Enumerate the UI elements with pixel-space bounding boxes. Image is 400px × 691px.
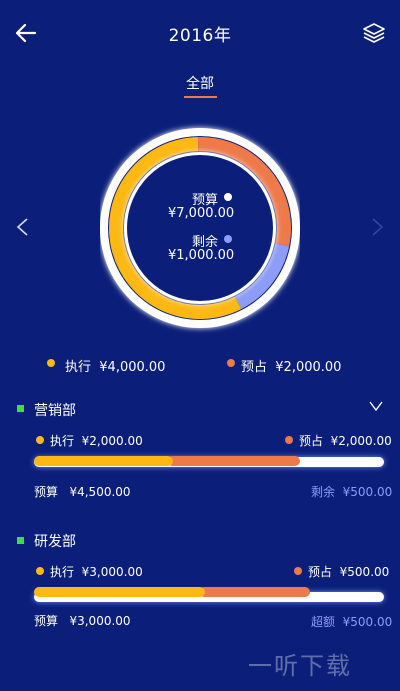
dept-reserved: 预占 ¥500.00 xyxy=(308,565,390,579)
dept-executed-bar xyxy=(34,456,173,466)
reserved-dot xyxy=(294,567,302,575)
tab-all[interactable]: 全部 xyxy=(0,73,400,93)
reserved-legend: 预占 ¥2,000.00 xyxy=(241,360,342,375)
dept-name[interactable]: 研发部 xyxy=(34,531,76,551)
page-title: 2016年 xyxy=(168,26,232,46)
budget-dot xyxy=(224,193,232,201)
donut-center xyxy=(127,155,273,301)
dept-budget: 预算 ¥4,500.00 xyxy=(34,485,131,499)
watermark: 一听下载 xyxy=(248,652,352,680)
tab-active-indicator xyxy=(184,96,217,98)
dept-executed-bar xyxy=(34,587,205,597)
executed-dot xyxy=(36,436,44,444)
executed-legend: 执行 ¥4,000.00 xyxy=(65,360,166,375)
dept-name[interactable]: 营销部 xyxy=(34,400,76,420)
dept-executed: 执行 ¥2,000.00 xyxy=(50,434,143,448)
dept-marker xyxy=(17,537,24,544)
dept-reserved-bar xyxy=(199,587,310,597)
chevron-down-icon[interactable] xyxy=(369,400,383,412)
executed-legend-dot xyxy=(47,359,55,367)
remaining-value: ¥1,000.00 xyxy=(168,248,235,263)
dept-budget: 预算 ¥3,000.00 xyxy=(34,614,131,628)
budget-donut-chart xyxy=(100,128,300,328)
layers-icon[interactable] xyxy=(362,22,386,44)
dept-remaining: 剩余 ¥500.00 xyxy=(311,485,393,499)
reserved-dot xyxy=(285,436,293,444)
dept-reserved-bar xyxy=(167,456,300,466)
budget-value: ¥7,000.00 xyxy=(168,206,235,221)
chevron-right-icon[interactable] xyxy=(368,217,386,237)
dept-reserved: 预占 ¥2,000.00 xyxy=(299,434,392,448)
dept-overage: 超额 ¥500.00 xyxy=(311,615,393,629)
reserved-legend-dot xyxy=(227,359,235,367)
dept-executed: 执行 ¥3,000.00 xyxy=(50,565,143,579)
chevron-left-icon[interactable] xyxy=(14,217,32,237)
executed-dot xyxy=(36,567,44,575)
dept-marker xyxy=(17,405,24,412)
remaining-dot xyxy=(224,235,232,243)
